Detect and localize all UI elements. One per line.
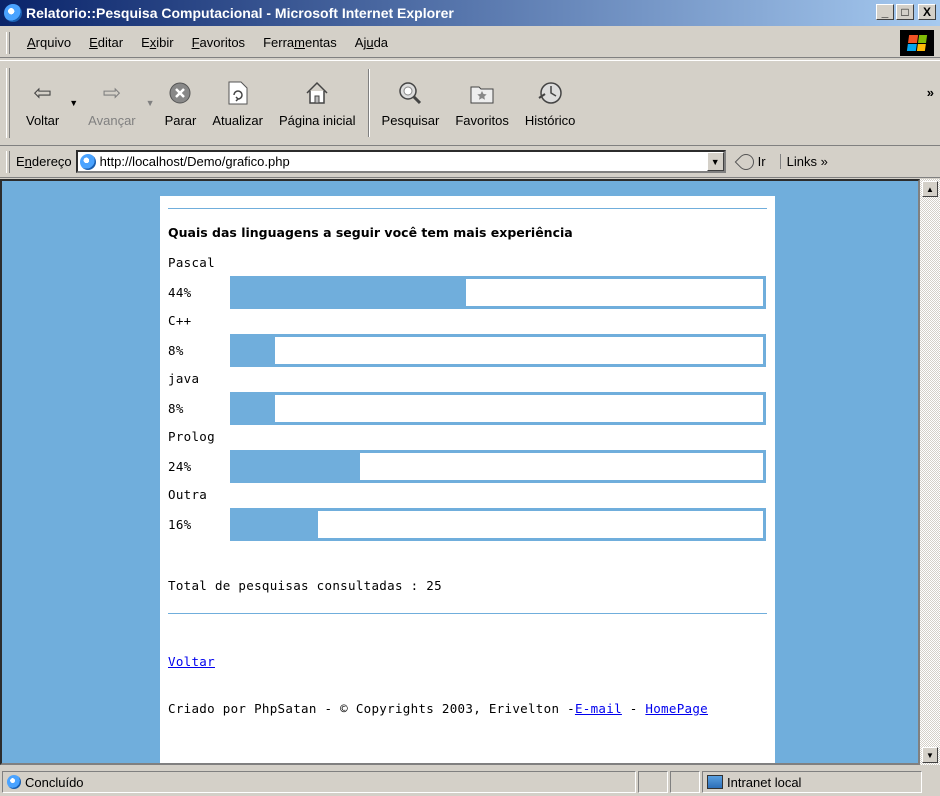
vertical-scrollbar[interactable]: ▲ ▼	[920, 179, 940, 765]
result-bar-fill	[233, 278, 467, 306]
minimize-button[interactable]: _	[876, 4, 894, 20]
close-button[interactable]: X	[918, 4, 936, 20]
status-text-cell: Concluído	[2, 771, 636, 793]
maximize-button[interactable]: □	[896, 4, 914, 20]
stop-icon	[166, 79, 194, 107]
back-link[interactable]: Voltar	[168, 654, 215, 669]
poll-option: Pascal 44%	[168, 252, 767, 310]
window-controls: _ □ X	[876, 4, 936, 20]
window-title: Relatorio::Pesquisa Computacional - Micr…	[26, 5, 454, 21]
address-label: Endereço	[16, 154, 72, 169]
favorites-icon	[468, 79, 496, 107]
status-cell	[670, 771, 700, 793]
poll-option: C++ 8%	[168, 310, 767, 368]
divider	[168, 208, 767, 209]
result-bar	[230, 449, 766, 483]
address-input[interactable]: http://localhost/Demo/grafico.php ▼	[75, 150, 726, 173]
poll-panel: Quais das linguagens a seguir você tem m…	[160, 196, 775, 763]
poll-question: Quais das linguagens a seguir você tem m…	[168, 225, 573, 240]
option-row: 24%	[168, 448, 767, 484]
result-bar-fill	[233, 336, 276, 364]
menu-bar: Arquivo Editar Exibir Favoritos Ferramen…	[0, 28, 940, 58]
menu-favoritos[interactable]: Favoritos	[183, 35, 254, 50]
option-percent: 8%	[168, 342, 184, 358]
address-dropdown-icon[interactable]: ▼	[706, 152, 724, 171]
refresh-button[interactable]: Atualizar	[204, 61, 271, 145]
option-row: 44%	[168, 274, 767, 310]
option-percent: 16%	[168, 516, 192, 532]
status-bar: Concluído Intranet local	[0, 768, 940, 796]
stop-button[interactable]: Parar	[157, 61, 205, 145]
toolbar-grip[interactable]	[6, 68, 10, 138]
home-button[interactable]: Página inicial	[271, 61, 364, 145]
forward-button[interactable]: ⇨ Avançar	[80, 61, 143, 145]
option-name: C++	[168, 313, 192, 328]
poll-option: Outra 16%	[168, 484, 767, 542]
back-dropdown-icon[interactable]: ▼	[69, 98, 78, 108]
option-row: 16%	[168, 506, 767, 542]
favorites-button[interactable]: Favoritos	[447, 61, 516, 145]
menu-ajuda[interactable]: Ajuda	[346, 35, 397, 50]
menu-exibir[interactable]: Exibir	[132, 35, 183, 50]
windows-logo-icon	[900, 30, 934, 56]
result-bar	[230, 333, 766, 367]
result-bar	[230, 507, 766, 541]
toolbar-grip[interactable]	[6, 150, 10, 173]
footer: Criado por PhpSatan - © Copyrights 2003,…	[168, 701, 708, 716]
option-percent: 8%	[168, 400, 184, 416]
menu-arquivo[interactable]: Arquivo	[18, 35, 80, 50]
toolbar-more-icon[interactable]: »	[927, 85, 934, 100]
option-percent: 44%	[168, 284, 192, 300]
security-zone-cell: Intranet local	[702, 771, 922, 793]
result-bar-fill	[233, 394, 276, 422]
intranet-icon	[707, 775, 723, 789]
option-name: java	[168, 371, 200, 386]
poll-option: java 8%	[168, 368, 767, 426]
option-row: 8%	[168, 332, 767, 368]
history-button[interactable]: Histórico	[517, 61, 584, 145]
option-name: Outra	[168, 487, 208, 502]
forward-dropdown-icon[interactable]: ▼	[146, 98, 155, 108]
result-bar-fill	[233, 452, 361, 480]
scroll-down-icon[interactable]: ▼	[922, 747, 938, 763]
result-bar	[230, 391, 766, 425]
poll-option: Prolog 24%	[168, 426, 767, 484]
menu-ferramentas[interactable]: Ferramentas	[254, 35, 346, 50]
option-name: Pascal	[168, 255, 215, 270]
scroll-up-icon[interactable]: ▲	[922, 181, 938, 197]
search-button[interactable]: Pesquisar	[374, 61, 448, 145]
back-arrow-icon: ⇦	[33, 79, 52, 105]
toolbar-grip[interactable]	[6, 31, 10, 54]
email-link[interactable]: E-mail	[575, 701, 622, 716]
history-icon	[536, 79, 564, 107]
status-cell	[638, 771, 668, 793]
option-name: Prolog	[168, 429, 215, 444]
title-bar: Relatorio::Pesquisa Computacional - Micr…	[0, 0, 940, 26]
homepage-link[interactable]: HomePage	[645, 701, 708, 716]
back-button[interactable]: ⇦ Voltar	[18, 61, 67, 145]
result-bar	[230, 275, 766, 309]
address-bar: Endereço http://localhost/Demo/grafico.p…	[0, 146, 940, 178]
toolbar-separator	[367, 69, 370, 137]
option-percent: 24%	[168, 458, 192, 474]
menu-editar[interactable]: Editar	[80, 35, 132, 50]
page-icon	[79, 153, 96, 170]
address-url: http://localhost/Demo/grafico.php	[99, 154, 290, 169]
option-row: 8%	[168, 390, 767, 426]
forward-arrow-icon: ⇨	[102, 79, 122, 105]
standard-toolbar: ⇦ Voltar ▼ ⇨ Avançar ▼ Parar Atualizar P…	[0, 60, 940, 146]
home-icon	[303, 79, 331, 107]
result-bar-fill	[233, 510, 318, 538]
ie-icon	[4, 4, 22, 22]
go-arrow-icon	[734, 150, 757, 173]
refresh-icon	[224, 79, 252, 107]
search-icon	[396, 79, 424, 107]
poll-total: Total de pesquisas consultadas : 25	[168, 578, 442, 593]
go-button[interactable]: Ir	[734, 150, 766, 173]
links-button[interactable]: Links »	[779, 154, 828, 169]
poll-options: Pascal 44% C++ 8% java 8% Prolog 24% Outra 16%	[168, 252, 767, 542]
divider	[168, 613, 767, 614]
page-viewport: Quais das linguagens a seguir você tem m…	[0, 179, 920, 765]
page-status-icon	[7, 775, 21, 789]
